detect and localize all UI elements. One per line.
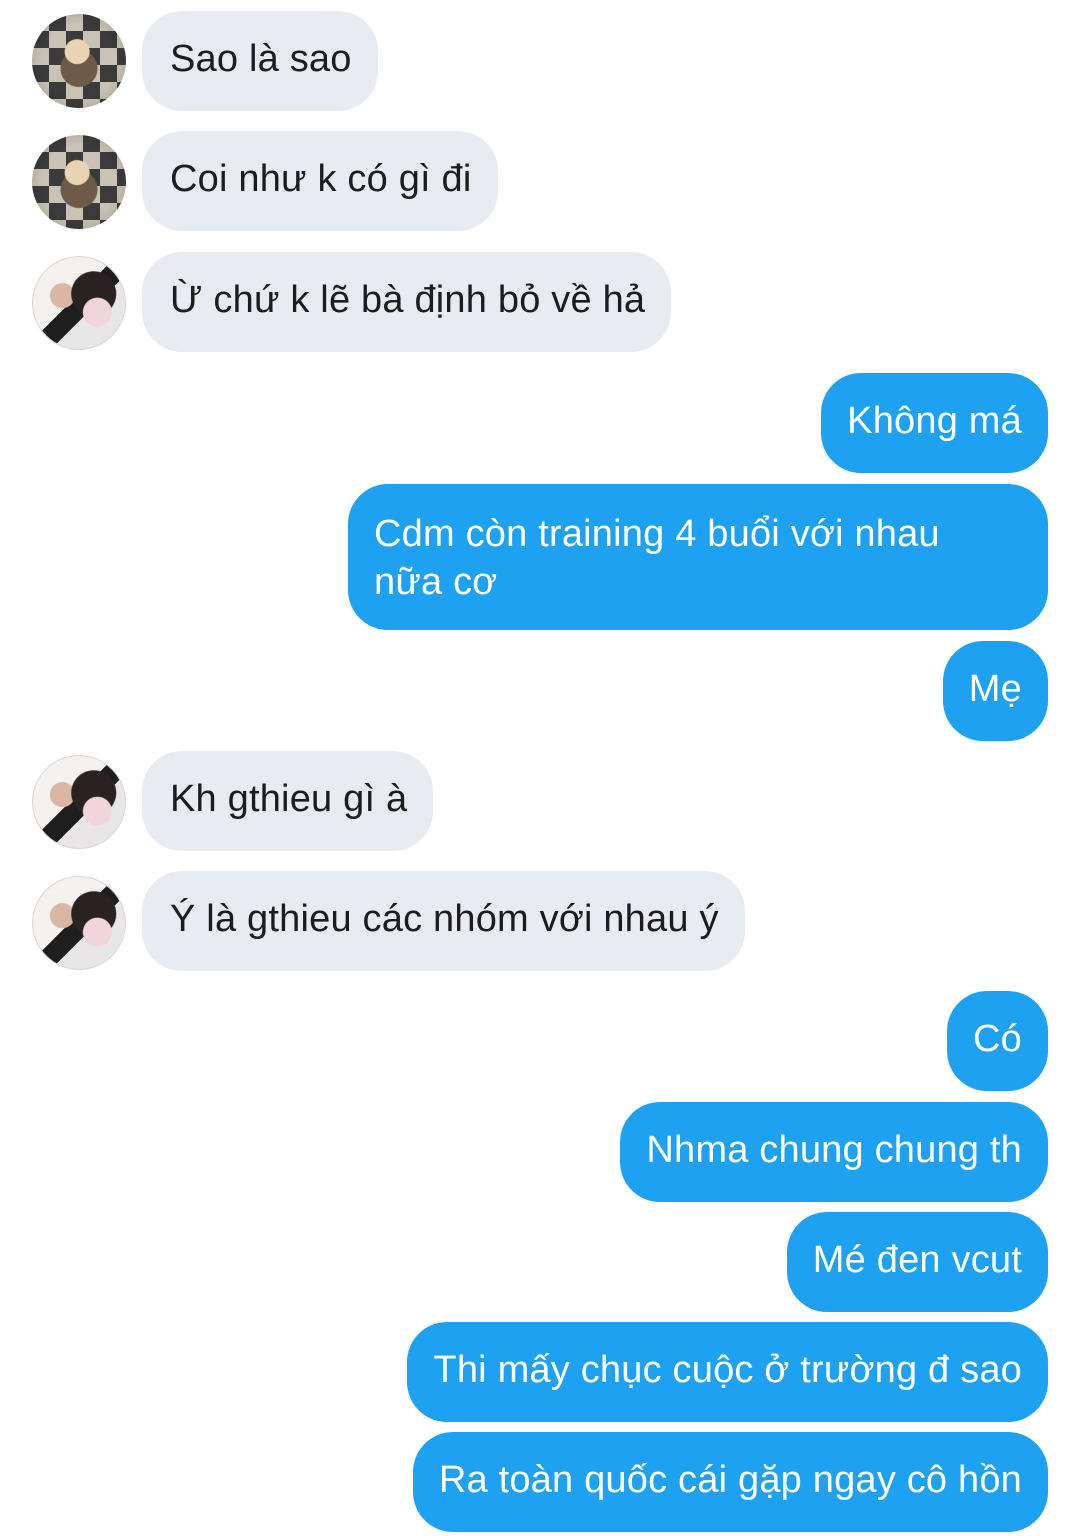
contact-avatar[interactable] xyxy=(32,256,126,350)
outgoing-message-bubble[interactable]: Không má xyxy=(821,373,1048,473)
outgoing-message-bubble[interactable]: Có xyxy=(947,991,1048,1091)
outgoing-message-bubble[interactable]: Ra toàn quốc cái gặp ngay cô hồn xyxy=(412,1432,1048,1532)
outgoing-message-bubble[interactable]: Cdm còn training 4 buổi với nhau nữa cơ xyxy=(348,484,1048,630)
incoming-message-bubble[interactable]: Ý là gthieu các nhóm với nhau ý xyxy=(142,871,745,971)
contact-avatar[interactable] xyxy=(32,14,126,108)
incoming-message-bubble[interactable]: Sao là sao xyxy=(142,11,378,111)
outgoing-message-bubble[interactable]: Mẹ xyxy=(942,641,1048,741)
outgoing-message-bubble[interactable]: Nhma chung chung th xyxy=(620,1102,1048,1202)
outgoing-message-bubble[interactable]: Mé đen vcut xyxy=(786,1212,1048,1312)
contact-avatar[interactable] xyxy=(32,876,126,970)
chat-thread: Sao là sao Coi như k có gì đi Ừ chứ k lẽ… xyxy=(0,0,1080,1536)
incoming-message-bubble[interactable]: Kh gthieu gì à xyxy=(142,751,434,851)
contact-avatar[interactable] xyxy=(32,135,126,229)
outgoing-message-bubble[interactable]: Thi mấy chục cuộc ở trường đ sao xyxy=(407,1322,1048,1422)
contact-avatar[interactable] xyxy=(32,755,126,849)
incoming-message-bubble[interactable]: Ừ chứ k lẽ bà định bỏ về hả xyxy=(142,252,672,352)
incoming-message-bubble[interactable]: Coi như k có gì đi xyxy=(142,131,498,231)
